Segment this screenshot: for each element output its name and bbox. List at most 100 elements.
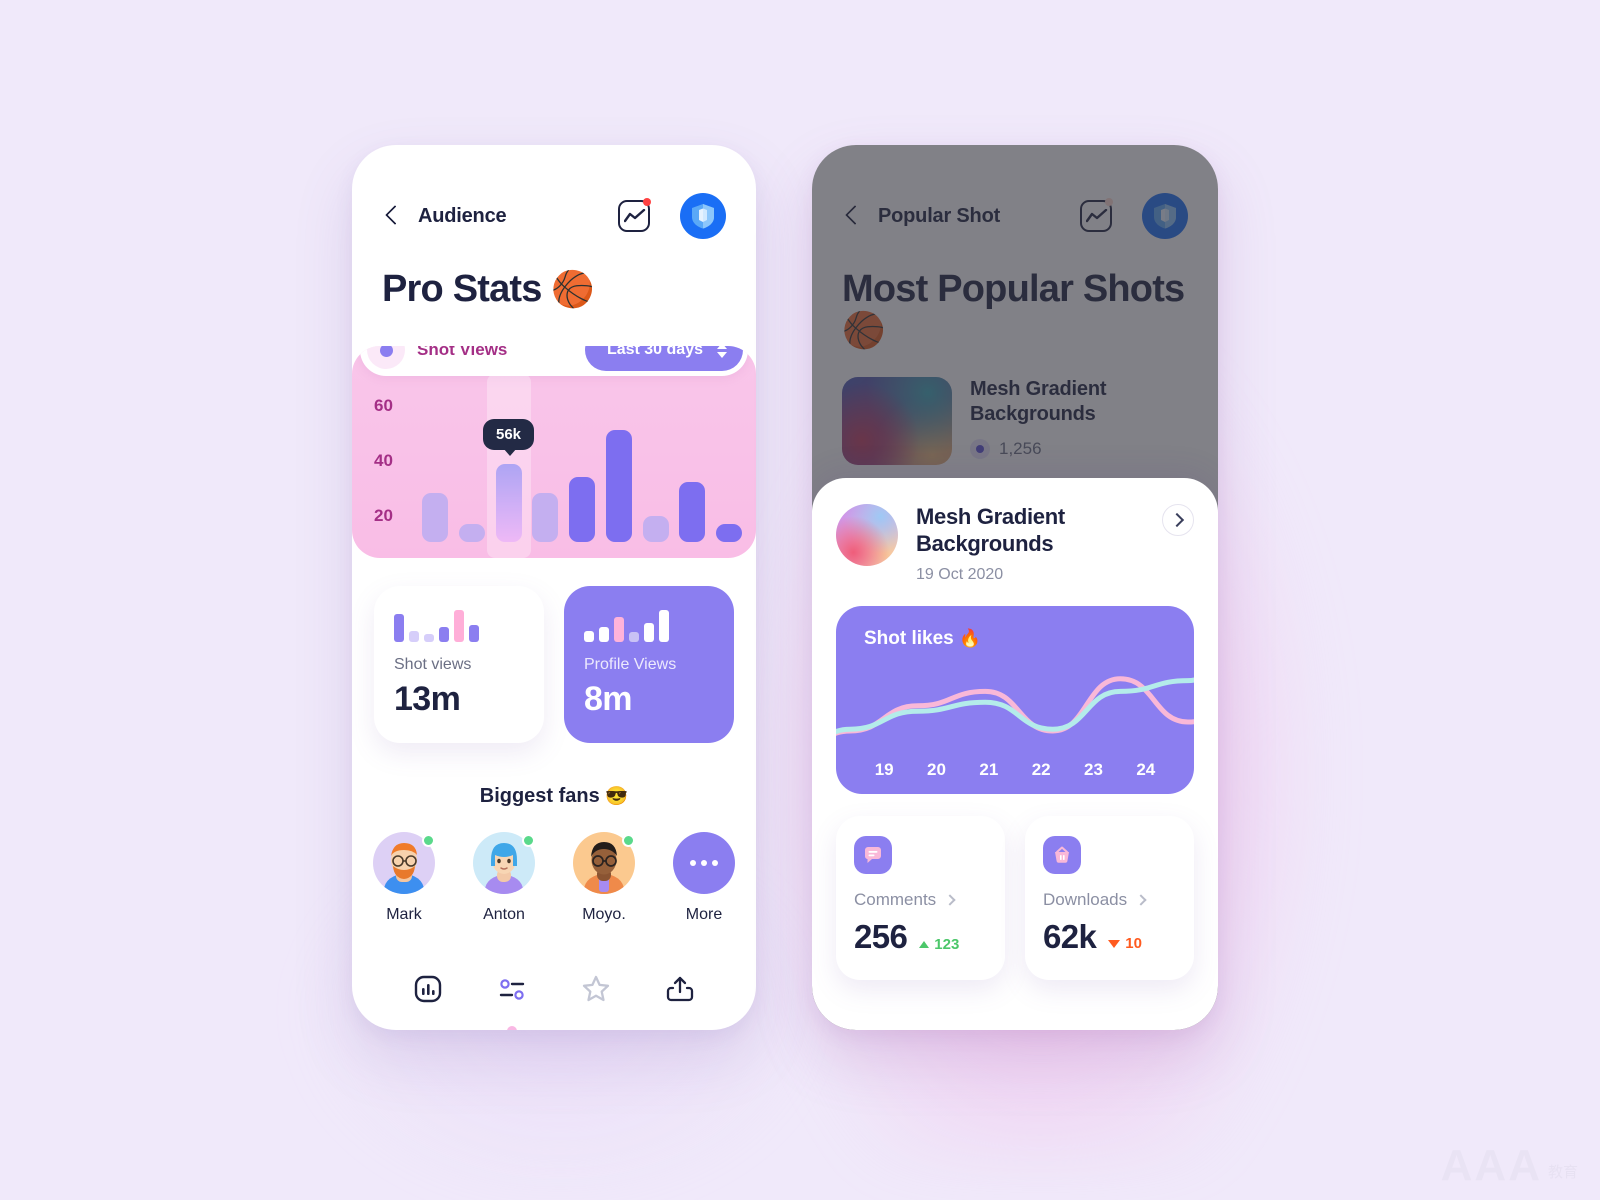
kpi-delta-comments: 123: [919, 936, 959, 953]
wave-x-tick: 24: [1136, 759, 1156, 779]
mini-bar: [659, 609, 669, 643]
right-phone-screen: Popular Shot Most Popular Shots 🏀 Mesh G…: [812, 145, 1218, 1030]
wave-line-likes-cyan: [836, 677, 1194, 735]
right-page-title: Most Popular Shots 🏀: [812, 239, 1218, 351]
series-dot-wrap: [367, 346, 405, 370]
shot-avatar: [836, 504, 898, 566]
mini-bar: [424, 633, 434, 643]
sunglasses-emoji: 😎: [605, 785, 629, 807]
chevron-right-icon[interactable]: [1135, 893, 1147, 906]
mini-bar: [599, 626, 609, 643]
comment-bubble-icon: [854, 835, 892, 874]
wave-chart-x-axis: 19 20 21 22 23 24: [836, 760, 1194, 780]
mini-bar: [439, 626, 449, 643]
chevron-right-icon[interactable]: [944, 893, 956, 906]
fan-item-mark[interactable]: Mark: [373, 832, 435, 924]
kpi-card-comments[interactable]: Comments 256 123: [836, 815, 1005, 980]
nav-bar-chart-icon[interactable]: [405, 966, 451, 1012]
fan-name: Mark: [386, 906, 422, 924]
bar-column[interactable]: [642, 412, 669, 543]
kpi-card-downloads[interactable]: Downloads 62k 10: [1025, 815, 1194, 980]
nav-share-upload-icon[interactable]: [657, 966, 703, 1012]
bar-column[interactable]: 56k: [482, 374, 535, 559]
bar-column[interactable]: [422, 412, 448, 543]
biggest-fans-title: Biggest fans 😎: [352, 785, 756, 808]
bar-column[interactable]: [458, 412, 485, 543]
kpi-cards: Comments 256 123 Downloads 62k 10: [836, 815, 1194, 980]
watermark: AAA 教育: [1440, 1141, 1578, 1191]
mini-bar: [644, 623, 654, 643]
fan-name: More: [685, 906, 723, 924]
online-badge: [622, 834, 635, 848]
basket-icon: [1043, 835, 1081, 874]
mini-bar: [614, 617, 624, 643]
stat-card-profile-views[interactable]: Profile Views 8m: [564, 586, 734, 744]
wave-x-tick: 19: [874, 759, 894, 779]
shot-detail-sheet: Mesh Gradient Backgrounds 19 Oct 2020 Sh…: [812, 478, 1218, 1030]
watermark-text: AAA: [1440, 1141, 1542, 1191]
bar-column[interactable]: [716, 412, 742, 543]
bar-column[interactable]: [679, 412, 706, 543]
shot-views-chart-card: Shot Views Last 30 days 60 40 20 56k: [352, 346, 756, 559]
bottom-navigation: [352, 966, 756, 1030]
shield-logo-icon[interactable]: [680, 193, 726, 239]
shot-thumbnail: [842, 377, 952, 466]
date-range-label: Last 30 days: [606, 346, 703, 359]
bar: [422, 492, 448, 543]
shot-views-count: 1,256: [999, 439, 1042, 459]
fan-item-anton[interactable]: Anton: [473, 832, 535, 924]
wave-x-tick: 23: [1084, 759, 1103, 779]
series-color-dot: [379, 346, 393, 357]
activity-chart-icon[interactable]: [1080, 198, 1113, 232]
date-range-select[interactable]: Last 30 days: [584, 346, 743, 372]
kpi-label-downloads: Downloads: [1043, 889, 1128, 909]
kpi-label-comments: Comments: [854, 889, 937, 909]
stat-value-profile-views: 8m: [584, 680, 633, 719]
bar-column[interactable]: [532, 412, 559, 543]
bar: [569, 477, 595, 543]
bar: [458, 523, 485, 543]
mini-bar: [394, 613, 404, 643]
left-header-title: Audience: [418, 204, 507, 227]
chevron-left-icon[interactable]: [842, 205, 864, 227]
right-header: Popular Shot: [812, 145, 1218, 239]
bar-column[interactable]: [569, 412, 595, 543]
shot-title: Mesh Gradient Backgrounds: [970, 378, 1107, 426]
chevron-right-icon[interactable]: [1162, 504, 1194, 536]
left-page-title-text: Pro Stats: [382, 268, 542, 310]
fan-item-more[interactable]: More: [673, 832, 735, 924]
wave-x-tick: 22: [1031, 759, 1051, 779]
left-stat-cards: Shot views 13m Profile Views 8m: [352, 558, 756, 744]
bar: [605, 430, 632, 543]
shield-logo-icon[interactable]: [1142, 193, 1188, 239]
chart-y-axis: 60 40 20: [374, 396, 414, 525]
app-canvas: Audience Pro Stats 🏀 Shot Views Last 30 …: [0, 0, 1600, 1200]
bar-tooltip: 56k: [482, 419, 535, 457]
nav-star-icon[interactable]: [573, 966, 619, 1012]
bar: [532, 492, 559, 543]
mini-bar: [409, 630, 419, 643]
kpi-delta-value: 10: [1125, 935, 1142, 953]
background-shot-list-item[interactable]: Mesh Gradient Backgrounds 1,256: [812, 351, 1218, 466]
stat-label-profile-views: Profile Views: [584, 656, 677, 674]
wave-x-tick: 20: [927, 759, 946, 779]
wave-x-tick: 21: [979, 759, 999, 779]
nav-sliders-icon[interactable]: [489, 966, 535, 1030]
y-tick-60: 60: [374, 396, 393, 416]
sheet-date: 19 Oct 2020: [916, 565, 1004, 583]
mini-bar-chart-shot-views: [394, 608, 524, 643]
left-header: Audience: [352, 145, 756, 239]
chevron-left-icon[interactable]: [382, 205, 404, 227]
fan-item-moyo[interactable]: Moyo.: [573, 832, 635, 924]
avatar: [473, 832, 535, 895]
stat-card-shot-views[interactable]: Shot views 13m: [374, 586, 544, 744]
y-tick-20: 20: [374, 506, 393, 526]
activity-chart-icon[interactable]: [618, 198, 651, 232]
sheet-title: Mesh Gradient Backgrounds: [916, 504, 1065, 556]
online-badge: [522, 834, 535, 848]
bar-column[interactable]: [605, 412, 632, 543]
bar: [642, 516, 669, 543]
notification-dot: [643, 198, 651, 206]
more-dots-icon[interactable]: [673, 832, 735, 895]
left-page-title: Pro Stats 🏀: [352, 239, 756, 310]
